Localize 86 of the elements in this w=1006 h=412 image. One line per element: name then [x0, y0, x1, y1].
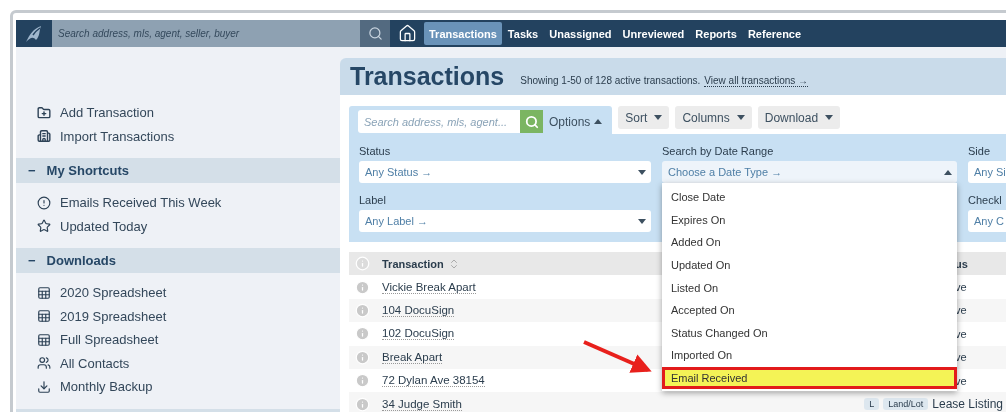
building-icon [37, 129, 51, 144]
sidebar-item[interactable]: 2019 Spreadsheet [37, 304, 340, 328]
filter-select[interactable]: Any Si [968, 161, 1006, 183]
tag: L [864, 398, 880, 411]
view-all-link[interactable]: View all transactions → [704, 75, 809, 87]
column-header[interactable]: Transaction [382, 257, 444, 270]
sidebar-item[interactable]: Import Transactions [37, 124, 340, 148]
info-icon[interactable] [355, 396, 370, 412]
sidebar-item[interactable]: 2020 Spreadsheet [37, 281, 340, 305]
collapse-toggle[interactable]: − [28, 253, 36, 268]
options-toggle[interactable]: Options [543, 114, 609, 129]
nav-tab[interactable]: Unreviewed [617, 20, 690, 47]
filter-label: Checkl [968, 194, 1003, 208]
collapse-toggle[interactable]: − [28, 163, 36, 178]
filter-label: Side [968, 145, 992, 159]
info-icon[interactable] [355, 326, 370, 342]
menu-item[interactable]: Imported On [662, 344, 957, 367]
filter-label: Search by Date Range [662, 145, 775, 159]
info-icon[interactable] [355, 302, 370, 318]
caret-down-icon [638, 218, 646, 224]
people-icon [37, 356, 51, 371]
transaction-link[interactable]: 102 DocuSign [382, 327, 455, 341]
sidebar-item[interactable]: Emails Received This Week [37, 191, 340, 215]
menu-item[interactable]: Added On [662, 231, 957, 254]
filter-select[interactable]: Any Status → [359, 161, 651, 183]
menu-item[interactable]: Status Changed On [662, 321, 957, 345]
search-field[interactable]: Search address, mls, agent... [358, 110, 520, 133]
info-icon[interactable] [355, 279, 370, 295]
transaction-link[interactable]: Break Apart [382, 350, 443, 364]
transaction-link[interactable]: 34 Judge Smith [382, 397, 462, 411]
spreadsheet-icon [37, 285, 51, 300]
folder-plus-icon [37, 105, 51, 120]
caret-down-icon [736, 115, 745, 120]
info-icon [355, 256, 370, 272]
info-icon[interactable] [355, 373, 370, 389]
menu-item[interactable]: Listed On [662, 276, 957, 299]
star-icon [37, 219, 51, 234]
filter-select[interactable]: Any Label → [359, 210, 651, 232]
transaction-link[interactable]: 104 DocuSign [382, 303, 455, 317]
menu-item[interactable]: Updated On [662, 253, 957, 277]
status-cell: Lease Listing [932, 397, 1003, 412]
search-field[interactable]: Search address, mls, agent, seller, buyer [52, 20, 360, 47]
caret-down-icon [825, 115, 834, 120]
toolbar-dropdown-button[interactable]: Sort [618, 106, 670, 129]
sidebar-item[interactable]: Updated Today [37, 214, 340, 238]
search-icon [367, 26, 383, 41]
home-icon [397, 24, 417, 43]
section-title: My Shortcuts [46, 163, 129, 178]
tag: Land/Lot [883, 398, 929, 411]
section-title: Downloads [46, 253, 116, 268]
toolbar-dropdown-button[interactable]: Download [757, 106, 841, 129]
search-button[interactable] [520, 110, 543, 133]
toolbar-dropdown-button[interactable]: Columns [675, 106, 752, 129]
spreadsheet-icon [37, 332, 51, 347]
filter-select[interactable]: Choose a Date Type → [662, 161, 957, 183]
search-icon [524, 114, 539, 129]
caret-up-icon [944, 169, 952, 175]
nav-tab[interactable]: Reports [690, 20, 742, 47]
menu-item[interactable]: Email Received [662, 366, 957, 390]
caret-down-icon [654, 115, 663, 120]
transaction-link[interactable]: 72 Dylan Ave 38154 [382, 374, 485, 388]
caret-up-icon [594, 119, 603, 124]
section-header[interactable]: − My Shortcuts [16, 158, 340, 183]
filter-label: Label [359, 194, 387, 208]
sidebar-item[interactable]: All Contacts [37, 351, 340, 375]
menu-item[interactable]: Expires On [662, 208, 957, 232]
nav-tab[interactable]: Tasks [502, 20, 544, 47]
pointer-arrow [583, 340, 652, 373]
download-icon [37, 379, 51, 394]
nav-tab[interactable]: Unassigned [544, 20, 617, 47]
info-icon[interactable] [355, 349, 370, 365]
menu-item[interactable]: Accepted On [662, 298, 957, 322]
menu-item[interactable]: Close Date [662, 186, 957, 209]
spreadsheet-icon [37, 309, 51, 324]
section-header[interactable]: − Downloads [16, 248, 340, 273]
alert-circle-icon [37, 195, 51, 210]
transaction-link[interactable]: Vickie Break Apart [382, 280, 476, 294]
filter-select[interactable]: Any C [968, 210, 1006, 232]
page-title: Transactions [350, 62, 505, 91]
nav-tab[interactable]: Reference [742, 20, 807, 47]
sidebar-item[interactable]: Monthly Backup [37, 375, 340, 399]
filter-label: Status [359, 145, 392, 159]
result-summary: Showing 1-50 of 128 active transactions. [520, 75, 701, 86]
sidebar-item[interactable]: Full Spreadsheet [37, 328, 340, 352]
sidebar-item[interactable]: Add Transaction [37, 101, 340, 125]
caret-down-icon [638, 169, 646, 175]
